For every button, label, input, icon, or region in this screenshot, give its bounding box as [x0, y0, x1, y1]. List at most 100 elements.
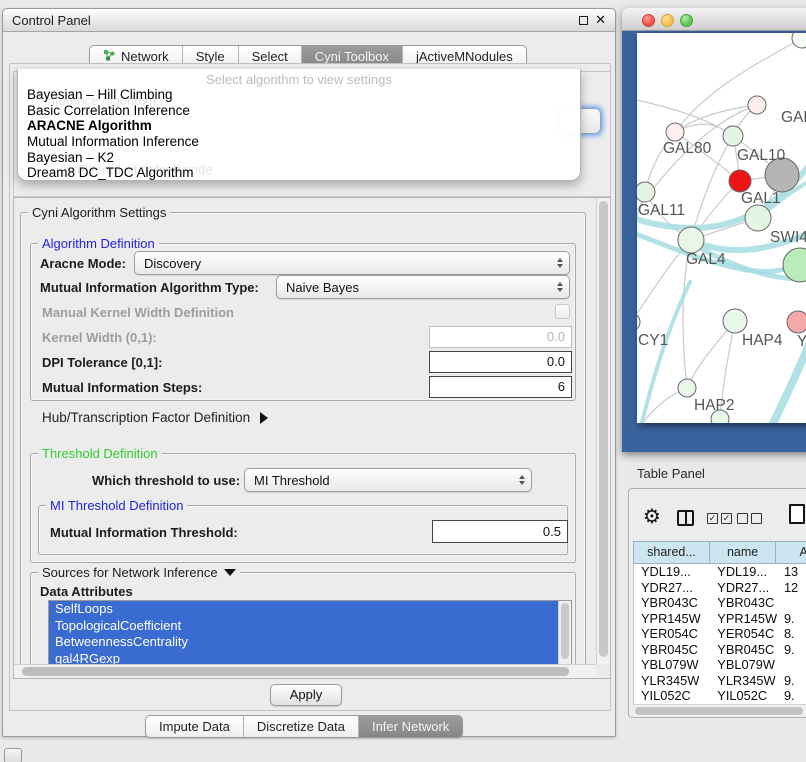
which-threshold-combo[interactable]: MI Threshold — [244, 468, 532, 492]
network-node[interactable] — [723, 126, 743, 146]
network-edge[interactable] — [637, 100, 733, 136]
table-cell: YDL19... — [710, 564, 777, 580]
table-cell: YER054C — [634, 626, 710, 642]
minimize-traffic-light-icon[interactable] — [661, 14, 674, 27]
hub-definition-toggle[interactable]: Hub/Transcription Factor Definition — [42, 410, 268, 425]
network-node[interactable] — [745, 205, 771, 231]
float-window-icon[interactable] — [579, 16, 588, 25]
network-canvas[interactable]: GALGAL80GAL10GAL1GAL11SWI4GAL4GCY1HAP4YH… — [637, 33, 806, 423]
column-header-a[interactable]: A — [776, 542, 806, 563]
combo-arrows-icon — [519, 475, 525, 485]
table-row[interactable]: YIL052CYIL052C9. — [634, 688, 806, 704]
table-cell — [777, 657, 806, 673]
network-node[interactable] — [637, 182, 655, 202]
apply-button[interactable]: Apply — [270, 684, 342, 706]
minimized-panel-icon[interactable] — [4, 748, 22, 762]
attribute-selfloops[interactable]: SelfLoops — [49, 601, 558, 618]
checked-boxes-icon[interactable]: ✓✓ — [707, 513, 732, 524]
mi-threshold-field[interactable]: 0.5 — [432, 520, 568, 543]
network-node[interactable] — [787, 311, 806, 333]
network-node[interactable] — [748, 96, 766, 114]
aracne-mode-combo[interactable]: Discovery — [134, 251, 570, 275]
dpi-tolerance-field[interactable]: 0.0 — [429, 351, 572, 373]
network-node[interactable] — [729, 170, 751, 192]
attribute-list-scrollbar[interactable] — [558, 601, 571, 666]
table-cell: 12 — [777, 580, 806, 596]
table-row[interactable]: YBL079WYBL079W — [634, 657, 806, 673]
table-cell: YDR27... — [634, 580, 710, 596]
column-header-name[interactable]: name — [710, 542, 776, 563]
settings-horizontal-scrollbar[interactable] — [14, 664, 596, 678]
algorithm-item-aracne-algorithm[interactable]: ARACNE Algorithm — [27, 118, 571, 134]
node-label-gal80: GAL80 — [663, 140, 712, 157]
network-window-titlebar[interactable] — [622, 8, 806, 31]
combo-arrows-icon — [557, 258, 563, 268]
kernel-width-field[interactable]: 0.0 — [429, 326, 572, 348]
zoom-traffic-light-icon[interactable] — [680, 14, 693, 27]
attribute-betweennesscentrality[interactable]: BetweennessCentrality — [49, 634, 558, 651]
node-label-hap4: HAP4 — [742, 332, 783, 349]
expand-right-icon[interactable] — [260, 412, 268, 424]
settings-scrollpane: Cyni Algorithm Settings Algorithm Defini… — [13, 197, 611, 679]
network-node[interactable] — [637, 313, 640, 331]
table-panel: ⚙ ✓✓ shared...nameA YDL19...YDL19...13YD… — [628, 488, 806, 718]
mi-type-combo[interactable]: Naive Bayes — [276, 275, 570, 299]
table-cell — [777, 595, 806, 611]
sources-title-row[interactable]: Sources for Network Inference — [38, 565, 240, 580]
scrollbar-thumb[interactable] — [561, 603, 569, 659]
collapse-down-icon[interactable] — [224, 569, 236, 576]
table-row[interactable]: YDR27...YDR27...12 — [634, 580, 806, 596]
columns-icon[interactable] — [677, 510, 694, 526]
mi-steps-field[interactable]: 6 — [429, 376, 572, 398]
table-row[interactable]: YDL19...YDL19...13 — [634, 564, 806, 580]
control-panel-window: Control Panel ✕ NetworkStyleSelectCyni T… — [2, 8, 616, 737]
table-row[interactable]: YLR345WYLR345W9. — [634, 673, 806, 689]
data-attributes-list[interactable]: SelfLoopsTopologicalCoefficientBetweenne… — [48, 600, 572, 667]
table-body: YDL19...YDL19...13YDR27...YDR27...12YBR0… — [633, 564, 806, 704]
manual-kernel-checkbox[interactable] — [555, 304, 570, 319]
node-label-gal10: GAL10 — [737, 147, 786, 164]
mi-type-label: Mutual Information Algorithm Type: — [40, 280, 259, 295]
node-label-gcy1: GCY1 — [637, 332, 668, 349]
network-node[interactable] — [792, 33, 806, 48]
control-panel-titlebar[interactable]: Control Panel ✕ — [3, 9, 615, 32]
which-threshold-value: MI Threshold — [254, 473, 330, 488]
sources-title: Sources for Network Inference — [42, 565, 218, 580]
unchecked-boxes-icon[interactable] — [737, 513, 762, 524]
network-node[interactable] — [678, 227, 704, 253]
network-node[interactable] — [723, 309, 747, 333]
table-horizontal-scrollbar[interactable] — [633, 704, 806, 717]
document-icon[interactable] — [789, 504, 805, 524]
gear-icon[interactable]: ⚙ — [643, 507, 661, 527]
scrollbar-thumb[interactable] — [22, 667, 569, 676]
close-traffic-light-icon[interactable] — [642, 14, 655, 27]
aracne-mode-value: Discovery — [144, 256, 201, 271]
tab-infer-network[interactable]: Infer Network — [359, 716, 462, 737]
network-edge-thick[interactable] — [770, 342, 806, 423]
node-label-gal4: GAL4 — [686, 251, 726, 268]
scrollbar-thumb[interactable] — [635, 707, 803, 715]
mi-type-value: Naive Bayes — [286, 280, 359, 295]
table-row[interactable]: YPR145WYPR145W9. — [634, 611, 806, 627]
tab-impute-data[interactable]: Impute Data — [146, 716, 244, 737]
dpi-tolerance-label: DPI Tolerance [0,1]: — [42, 355, 162, 370]
attribute-topologicalcoefficient[interactable]: TopologicalCoefficient — [49, 618, 558, 635]
network-edge-thick[interactable] — [640, 282, 690, 423]
node-label-gal: GAL — [781, 109, 806, 126]
column-header-shared[interactable]: shared... — [634, 542, 710, 563]
close-icon[interactable]: ✕ — [595, 12, 606, 28]
table-cell: YLR345W — [710, 673, 777, 689]
node-label-swi4: SWI4 — [770, 229, 806, 246]
table-row[interactable]: YBR045CYBR045C9. — [634, 642, 806, 658]
table-row[interactable]: YBR043CYBR043C — [634, 595, 806, 611]
table-cell: YBR043C — [634, 595, 710, 611]
settings-vertical-scrollbar[interactable] — [596, 198, 610, 664]
mi-steps-label: Mutual Information Steps: — [42, 380, 202, 395]
scrollbar-thumb[interactable] — [599, 201, 608, 657]
algorithm-item-mutual-information-inference[interactable]: Mutual Information Inference — [27, 134, 571, 150]
network-node[interactable] — [678, 379, 696, 397]
network-edge[interactable] — [675, 105, 757, 132]
tab-discretize-data[interactable]: Discretize Data — [244, 716, 359, 737]
table-row[interactable]: YER054CYER054C8. — [634, 626, 806, 642]
network-node[interactable] — [666, 123, 684, 141]
